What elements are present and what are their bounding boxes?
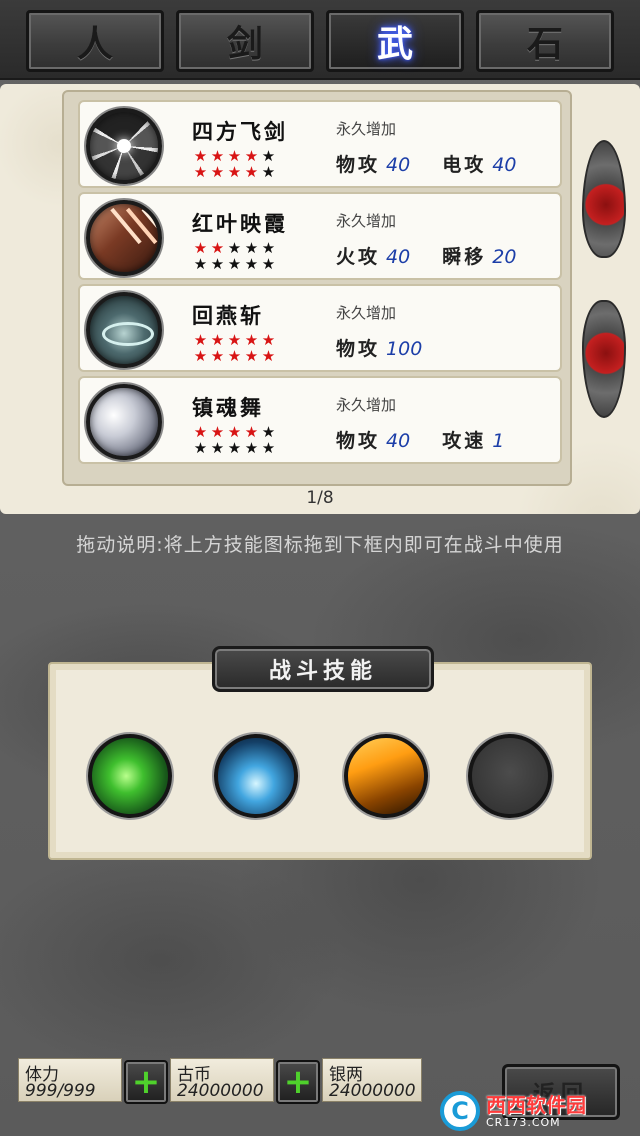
- add-ancient-coin-button[interactable]: +: [276, 1060, 320, 1104]
- stat-label: 物攻: [336, 430, 381, 452]
- stat-label: 攻速: [442, 430, 487, 452]
- add-stamina-button[interactable]: +: [124, 1060, 168, 1104]
- permanent-label: 永久增加: [336, 120, 397, 138]
- skill-row[interactable]: 回燕斩 ★ ★ ★ ★ ★★ ★ ★ ★ ★ 永久增加 物攻 100: [78, 284, 562, 372]
- tab-martial[interactable]: 武: [326, 10, 464, 72]
- star-rating: ★ ★ ★ ★ ★★ ★ ★ ★ ★: [193, 423, 276, 457]
- skill-name: 镇魂舞: [192, 395, 264, 420]
- ancient-coin-display: 古币 24000000: [170, 1058, 274, 1102]
- watermark-logo: C 西西软件园 CR173.COM: [440, 1086, 640, 1136]
- permanent-label: 永久增加: [336, 396, 397, 414]
- stamina-value: 999/999: [25, 1081, 96, 1101]
- tab-sword[interactable]: 剑: [176, 10, 314, 72]
- green-burst-skill-icon[interactable]: [88, 734, 172, 818]
- stat-value: 100: [386, 338, 423, 360]
- ancient-coin-value: 24000000: [177, 1081, 264, 1101]
- skill-list-panel: 四方飞剑 ★ ★ ★ ★ ★★ ★ ★ ★ ★ 永久增加 物攻 40 电攻 40 红叶映霞 ★ ★ ★ ★…: [0, 84, 640, 514]
- skill-name: 红叶映霞: [192, 211, 288, 236]
- silver-value: 24000000: [329, 1081, 416, 1101]
- skill-row[interactable]: 镇魂舞 ★ ★ ★ ★ ★★ ★ ★ ★ ★ 永久增加 物攻 40 攻速 1: [78, 376, 562, 464]
- skill-row[interactable]: 四方飞剑 ★ ★ ★ ★ ★★ ★ ★ ★ ★ 永久增加 物攻 40 电攻 40: [78, 100, 562, 188]
- skill-row[interactable]: 红叶映霞 ★ ★ ★ ★ ★★ ★ ★ ★ ★ 永久增加 火攻 40 瞬移 20: [78, 192, 562, 280]
- swallow-slash-icon[interactable]: [86, 292, 162, 368]
- stat-label: 瞬移: [442, 246, 487, 268]
- soul-dance-icon[interactable]: [86, 384, 162, 460]
- stat-value: 40: [386, 246, 411, 268]
- watermark-url: CR173.COM: [486, 1115, 561, 1129]
- stat-label: 物攻: [336, 154, 381, 176]
- golden-slash-skill-icon[interactable]: [344, 734, 428, 818]
- page-indicator: 1/8: [306, 488, 334, 508]
- star-rating: ★ ★ ★ ★ ★★ ★ ★ ★ ★: [193, 147, 276, 181]
- star-rating: ★ ★ ★ ★ ★★ ★ ★ ★ ★: [193, 239, 276, 273]
- drag-instructions: 拖动说明:将上方技能图标拖到下框内即可在战斗中使用: [76, 534, 564, 556]
- silver-display: 银两 24000000: [322, 1058, 422, 1102]
- watermark-c-icon: C: [440, 1091, 480, 1131]
- tab-person[interactable]: 人: [26, 10, 164, 72]
- stamina-display: 体力 999/999: [18, 1058, 122, 1102]
- stat-value: 40: [492, 154, 517, 176]
- star-rating: ★ ★ ★ ★ ★★ ★ ★ ★ ★: [193, 331, 276, 365]
- battle-skills-title: 战斗技能: [212, 646, 434, 692]
- watermark-text: 西西软件园 CR173.COM: [486, 1095, 586, 1128]
- stat-label: 物攻: [336, 338, 381, 360]
- stat-line: 物攻 40 电攻 40: [336, 150, 542, 177]
- skill-name: 回燕斩: [192, 303, 264, 328]
- permanent-label: 永久增加: [336, 304, 397, 322]
- flying-swords-icon[interactable]: [86, 108, 162, 184]
- top-tab-bar: 人 剑 武 石: [0, 0, 640, 80]
- stat-line: 物攻 40 攻速 1: [336, 426, 530, 453]
- blue-lightning-skill-icon[interactable]: [214, 734, 298, 818]
- stat-value: 40: [386, 154, 411, 176]
- stat-value: 1: [492, 430, 505, 452]
- stat-label: 电攻: [442, 154, 487, 176]
- scroll-down-ornament-icon[interactable]: [582, 300, 626, 418]
- stat-label: 火攻: [336, 246, 381, 268]
- stat-line: 物攻 100: [336, 334, 448, 361]
- stat-value: 20: [492, 246, 517, 268]
- scroll-up-ornament-icon[interactable]: [582, 140, 626, 258]
- stat-value: 40: [386, 430, 411, 452]
- stat-line: 火攻 40 瞬移 20: [336, 242, 542, 269]
- tab-stone[interactable]: 石: [476, 10, 614, 72]
- red-leaf-icon[interactable]: [86, 200, 162, 276]
- empty-slot-icon[interactable]: [468, 734, 552, 818]
- watermark-brand: 西西软件园: [486, 1092, 586, 1117]
- skill-name: 四方飞剑: [192, 119, 288, 144]
- permanent-label: 永久增加: [336, 212, 397, 230]
